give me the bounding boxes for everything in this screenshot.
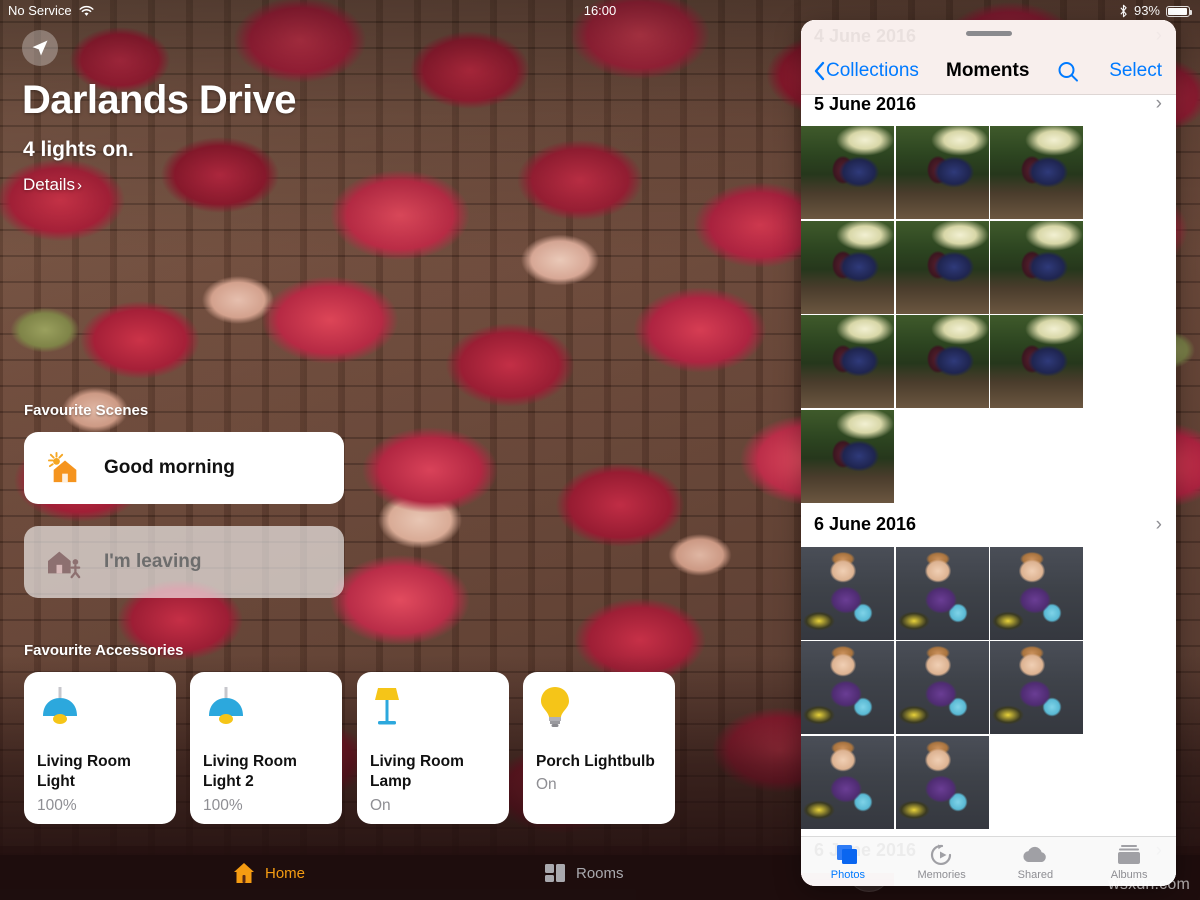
photo-thumbnail[interactable] xyxy=(896,221,989,314)
tab-label: Rooms xyxy=(576,865,624,882)
accessory-tile-living-room-light[interactable]: Living Room Light 100% xyxy=(24,672,176,824)
accessory-tile-living-room-lamp[interactable]: Living Room Lamp On xyxy=(357,672,509,824)
scene-tile-good-morning[interactable]: Good morning xyxy=(24,432,344,504)
tab-label: Shared xyxy=(1018,869,1053,881)
albums-icon xyxy=(1116,843,1142,867)
pendant-lamp-icon xyxy=(203,686,249,730)
battery-icon xyxy=(1166,6,1190,17)
memories-play-icon xyxy=(929,843,955,867)
accessory-icon-wrap xyxy=(536,686,662,732)
accessory-tile-living-room-light-2[interactable]: Living Room Light 2 100% xyxy=(190,672,342,824)
accessory-name: Living Room Light 2 xyxy=(203,752,329,793)
photo-thumbnail[interactable] xyxy=(896,641,989,734)
photo-thumbnail[interactable] xyxy=(801,410,894,503)
photo-thumbnail[interactable] xyxy=(990,221,1083,314)
photos-tab-shared[interactable]: Shared xyxy=(989,837,1083,886)
watermark: wsxdn.com xyxy=(1108,876,1190,894)
select-button[interactable]: Select xyxy=(1109,60,1162,82)
bluetooth-icon xyxy=(1119,4,1128,18)
floor-lamp-icon xyxy=(370,686,414,730)
accessory-state: 100% xyxy=(203,797,329,815)
battery-percent: 93% xyxy=(1134,0,1160,22)
photo-thumbnail[interactable] xyxy=(801,736,894,829)
details-label: Details xyxy=(23,175,75,194)
favourite-scenes-heading: Favourite Scenes xyxy=(24,402,148,419)
sun-house-icon xyxy=(46,451,84,485)
tab-home[interactable]: Home xyxy=(232,861,305,885)
accessory-name: Porch Lightbulb xyxy=(536,752,662,772)
accessory-icon-wrap xyxy=(203,686,329,732)
grid-spacer xyxy=(896,410,989,503)
details-link[interactable]: Details› xyxy=(23,175,82,195)
accessory-icon-wrap xyxy=(37,686,163,732)
search-icon xyxy=(1056,60,1080,84)
status-right-group: 93% xyxy=(1119,0,1190,22)
moment-photo-grid xyxy=(801,126,1176,503)
chevron-right-icon: › xyxy=(1156,514,1162,536)
photo-thumbnail[interactable] xyxy=(990,126,1083,219)
photos-tab-photos[interactable]: Photos xyxy=(801,837,895,886)
tab-label: Memories xyxy=(917,869,965,881)
house-person-icon xyxy=(46,545,84,579)
photo-thumbnail[interactable] xyxy=(990,641,1083,734)
photo-thumbnail[interactable] xyxy=(896,126,989,219)
photo-thumbnail[interactable] xyxy=(801,221,894,314)
photo-thumbnail[interactable] xyxy=(801,641,894,734)
moment-date-row[interactable]: 6 June 2016 › xyxy=(801,503,1176,547)
search-button[interactable] xyxy=(1056,60,1082,86)
photo-thumbnail[interactable] xyxy=(990,547,1083,640)
photos-title: Moments xyxy=(946,60,1029,82)
home-status-text: 4 lights on. xyxy=(23,138,134,162)
grid-spacer xyxy=(990,410,1083,503)
chevron-right-icon: › xyxy=(77,177,82,194)
photos-scroll-area[interactable]: 4 June 2016 › 5 June 2016 › 6 June 2016 … xyxy=(801,20,1176,886)
lightbulb-icon xyxy=(536,686,574,730)
moment-date: 5 June 2016 xyxy=(814,94,916,115)
tab-label: Photos xyxy=(831,869,865,881)
moment-date: 6 June 2016 xyxy=(814,514,916,535)
photo-thumbnail[interactable] xyxy=(896,736,989,829)
tab-label: Home xyxy=(265,865,305,882)
tab-rooms[interactable]: Rooms xyxy=(543,861,624,885)
status-bar: No Service 16:00 93% xyxy=(0,0,1200,22)
drag-handle[interactable] xyxy=(966,31,1012,36)
clock: 16:00 xyxy=(0,0,1200,22)
scene-tile-im-leaving[interactable]: I'm leaving xyxy=(24,526,344,598)
accessory-state: On xyxy=(370,797,496,815)
cloud-icon xyxy=(1021,843,1049,867)
accessory-icon-wrap xyxy=(370,686,496,732)
house-icon xyxy=(232,861,256,885)
photo-thumbnail[interactable] xyxy=(990,315,1083,408)
photos-tab-memories[interactable]: Memories xyxy=(895,837,989,886)
scene-label: I'm leaving xyxy=(104,551,201,573)
pendant-lamp-icon xyxy=(37,686,83,730)
photo-thumbnail[interactable] xyxy=(896,547,989,640)
chevron-left-icon xyxy=(814,61,825,81)
photo-thumbnail[interactable] xyxy=(801,315,894,408)
photo-thumbnail[interactable] xyxy=(801,126,894,219)
photo-thumbnail[interactable] xyxy=(896,315,989,408)
scene-label: Good morning xyxy=(104,457,235,479)
accessory-tile-porch-lightbulb[interactable]: Porch Lightbulb On xyxy=(523,672,675,824)
accessory-state: On xyxy=(536,776,662,794)
accessory-state: 100% xyxy=(37,797,163,815)
photos-stack-icon xyxy=(835,843,861,867)
moment-photo-grid xyxy=(801,547,1176,829)
photos-slideover-panel: 4 June 2016 › 5 June 2016 › 6 June 2016 … xyxy=(801,20,1176,886)
chevron-right-icon: › xyxy=(1156,93,1162,115)
favourite-accessories-heading: Favourite Accessories xyxy=(24,642,184,659)
location-button[interactable] xyxy=(22,30,58,66)
back-to-collections-button[interactable]: Collections xyxy=(814,60,919,82)
accessory-name: Living Room Light xyxy=(37,752,163,793)
accessory-name: Living Room Lamp xyxy=(370,752,496,793)
photo-thumbnail[interactable] xyxy=(801,547,894,640)
back-label: Collections xyxy=(826,60,919,82)
location-arrow-icon xyxy=(30,38,50,58)
rooms-grid-icon xyxy=(543,861,567,885)
page-title: Darlands Drive xyxy=(22,78,296,123)
photos-nav-bar: Collections Moments Select xyxy=(801,20,1176,95)
